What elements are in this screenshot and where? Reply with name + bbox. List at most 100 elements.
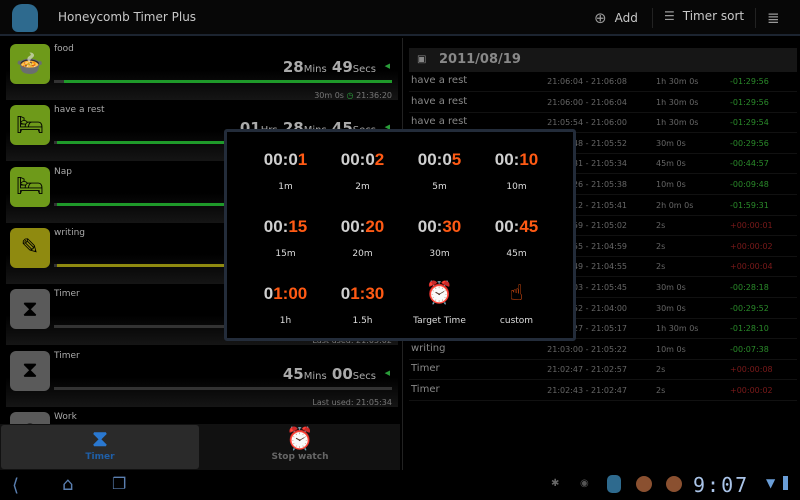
history-difference: -01:28:10 bbox=[730, 324, 769, 334]
preset-option[interactable]: 00:45 45m bbox=[478, 217, 555, 259]
history-duration: 2s bbox=[656, 262, 666, 272]
history-duration: 30m 0s bbox=[656, 303, 686, 313]
remaining-time: 45Mins 00Secs bbox=[282, 364, 376, 383]
history-difference: -00:09:48 bbox=[730, 180, 769, 189]
history-row[interactable]: have a rest 21:06:04 - 21:06:08 1h 30m 0… bbox=[409, 72, 797, 92]
history-difference: +00:00:02 bbox=[730, 386, 773, 395]
history-difference: +00:00:01 bbox=[730, 221, 773, 231]
history-time-range: :31 - 21:05:34 bbox=[570, 159, 627, 169]
history-duration: 1h 30m 0s bbox=[656, 324, 699, 334]
preset-time: 00:15 bbox=[263, 217, 308, 236]
bed-icon: 🛏 bbox=[10, 105, 50, 146]
history-time-range: :49 - 21:04:55 bbox=[570, 262, 627, 272]
timer-footer: 30m 0s ◷ 21:36:20 bbox=[314, 91, 392, 100]
history-difference: -00:29:56 bbox=[730, 138, 769, 148]
preset-time: 00:01 bbox=[263, 150, 308, 169]
preset-option[interactable]: 00:30 30m bbox=[401, 217, 478, 259]
history-row[interactable]: have a rest 21:06:00 - 21:06:04 1h 30m 0… bbox=[409, 93, 797, 113]
back-icon[interactable]: ⟨ bbox=[12, 475, 19, 496]
preset-option[interactable]: 00:01 1m bbox=[247, 150, 324, 192]
preset-label: 2m bbox=[355, 182, 370, 192]
home-icon[interactable]: ⌂ bbox=[62, 474, 73, 495]
calendar-icon: ▣ bbox=[417, 54, 427, 65]
history-time-range: :59 - 21:05:02 bbox=[570, 221, 627, 231]
system-bar: ⟨ ⌂ ❐ ✱ ◉ ▼ bbox=[0, 470, 800, 500]
progress-bar bbox=[54, 80, 392, 83]
history-date: 2011/08/19 bbox=[439, 52, 521, 67]
history-time-range: 21:02:47 - 21:02:57 bbox=[547, 365, 627, 375]
preset-label: 15m bbox=[275, 249, 296, 259]
sort-icon: ☰ bbox=[664, 9, 675, 23]
app-title: Honeycomb Timer Plus bbox=[58, 10, 197, 24]
preset-option[interactable]: 01:00 1h bbox=[247, 284, 324, 326]
history-time-range: :48 - 21:05:52 bbox=[570, 138, 627, 148]
hand-pointer-icon: ☝ bbox=[509, 281, 524, 306]
history-time-range: 21:05:54 - 21:06:00 bbox=[547, 118, 627, 128]
history-time-range: :27 - 21:05:17 bbox=[570, 324, 627, 334]
preset-option[interactable]: 01:30 1.5h bbox=[324, 284, 401, 326]
preset-label: 1m bbox=[278, 182, 293, 192]
timer-card[interactable]: 🍲 food 28Mins 49Secs ◀ 30m 0s ◷ 21:36:20 bbox=[6, 40, 398, 100]
app-notification-icon bbox=[607, 475, 621, 493]
preset-label: 10m bbox=[506, 182, 527, 192]
history-duration: 10m 0s bbox=[656, 344, 686, 354]
preset-timer-dialog: 00:01 1m 00:02 2m 00:05 5m 00:10 10m 00:15 15m 00:… bbox=[224, 129, 576, 341]
overflow-menu-icon[interactable]: ≣ bbox=[767, 9, 780, 27]
wifi-icon: ▼ bbox=[766, 476, 776, 490]
history-duration: 45m 0s bbox=[656, 159, 686, 169]
history-time-range: :12 - 21:05:41 bbox=[570, 200, 627, 210]
preset-time: 00:20 bbox=[340, 217, 385, 236]
timer-card[interactable]: ⧗ Timer 45Mins 00Secs ◀ Last used: 21:05:3… bbox=[6, 346, 398, 407]
app-logo-icon bbox=[12, 4, 38, 32]
history-duration: 2h 0m 0s bbox=[656, 200, 694, 210]
history-difference: -01:29:56 bbox=[730, 97, 769, 107]
tab-stop-watch-label: Stop watch bbox=[271, 452, 329, 462]
add-button[interactable]: ⊕ Add bbox=[594, 9, 638, 27]
preset-option[interactable]: ☝ custom bbox=[478, 281, 555, 327]
progress-bar bbox=[54, 386, 392, 390]
speaker-icon: ◀ bbox=[384, 62, 390, 70]
preset-option[interactable]: ⏰ Target Time bbox=[401, 281, 478, 327]
timer-sort-label: Timer sort bbox=[682, 9, 745, 23]
tab-stop-watch[interactable]: ⏰ Stop watch bbox=[201, 425, 399, 469]
history-time-range: 21:06:04 - 21:06:08 bbox=[547, 77, 627, 86]
history-difference: -00:29:52 bbox=[730, 303, 769, 313]
timer-name: Timer bbox=[54, 289, 80, 300]
tab-timer[interactable]: ⧗ Timer bbox=[1, 425, 199, 469]
divider bbox=[652, 8, 653, 28]
history-row[interactable]: Timer 21:02:47 - 21:02:57 2s +00:00:08 bbox=[409, 360, 797, 381]
timer-card[interactable]: ⏲ Work bbox=[6, 407, 398, 424]
history-difference: -00:44:57 bbox=[730, 159, 769, 169]
preset-time: 01:00 bbox=[263, 284, 308, 303]
history-duration: 1h 30m 0s bbox=[656, 77, 699, 86]
preset-option[interactable]: 00:15 15m bbox=[247, 217, 324, 259]
history-duration: 30m 0s bbox=[656, 138, 686, 148]
timer-sort-button[interactable]: ☰ Timer sort bbox=[664, 9, 744, 23]
history-time-range: 21:06:00 - 21:06:04 bbox=[547, 97, 627, 107]
hourglass-icon: ⧗ bbox=[92, 427, 108, 452]
add-label: Add bbox=[614, 11, 638, 25]
preset-label: 30m bbox=[429, 249, 450, 259]
history-time-range: 21:03:00 - 21:05:22 bbox=[547, 344, 627, 354]
alarm-clock-icon: ⏰ bbox=[425, 281, 454, 306]
history-duration: 30m 0s bbox=[656, 283, 686, 292]
timer-name: writing bbox=[54, 227, 86, 238]
bottom-tabs: ⧗ Timer ⏰ Stop watch bbox=[0, 424, 400, 470]
preset-option[interactable]: 00:10 10m bbox=[478, 150, 555, 192]
history-time-range: :03 - 21:05:45 bbox=[570, 283, 627, 292]
preset-time: 00:45 bbox=[494, 217, 539, 236]
preset-option[interactable]: 00:05 5m bbox=[401, 150, 478, 192]
history-duration: 1h 30m 0s bbox=[656, 118, 699, 128]
hourglass-icon: ⧗ bbox=[10, 350, 50, 391]
history-duration: 2s bbox=[656, 386, 666, 395]
preset-option[interactable]: 00:20 20m bbox=[324, 217, 401, 259]
preset-label: 20m bbox=[352, 249, 373, 259]
history-row[interactable]: Timer 21:02:43 - 21:02:47 2s +00:00:02 bbox=[409, 381, 797, 401]
history-time-range: :26 - 21:05:38 bbox=[570, 180, 627, 189]
recent-apps-icon[interactable]: ❐ bbox=[112, 474, 126, 493]
preset-option[interactable]: 00:02 2m bbox=[324, 150, 401, 192]
preset-time: 00:02 bbox=[340, 150, 385, 169]
history-row[interactable]: writing 21:03:00 - 21:05:22 10m 0s -00:0… bbox=[409, 340, 797, 360]
history-duration: 2s bbox=[656, 365, 666, 375]
history-difference: -01:59:31 bbox=[730, 200, 769, 210]
